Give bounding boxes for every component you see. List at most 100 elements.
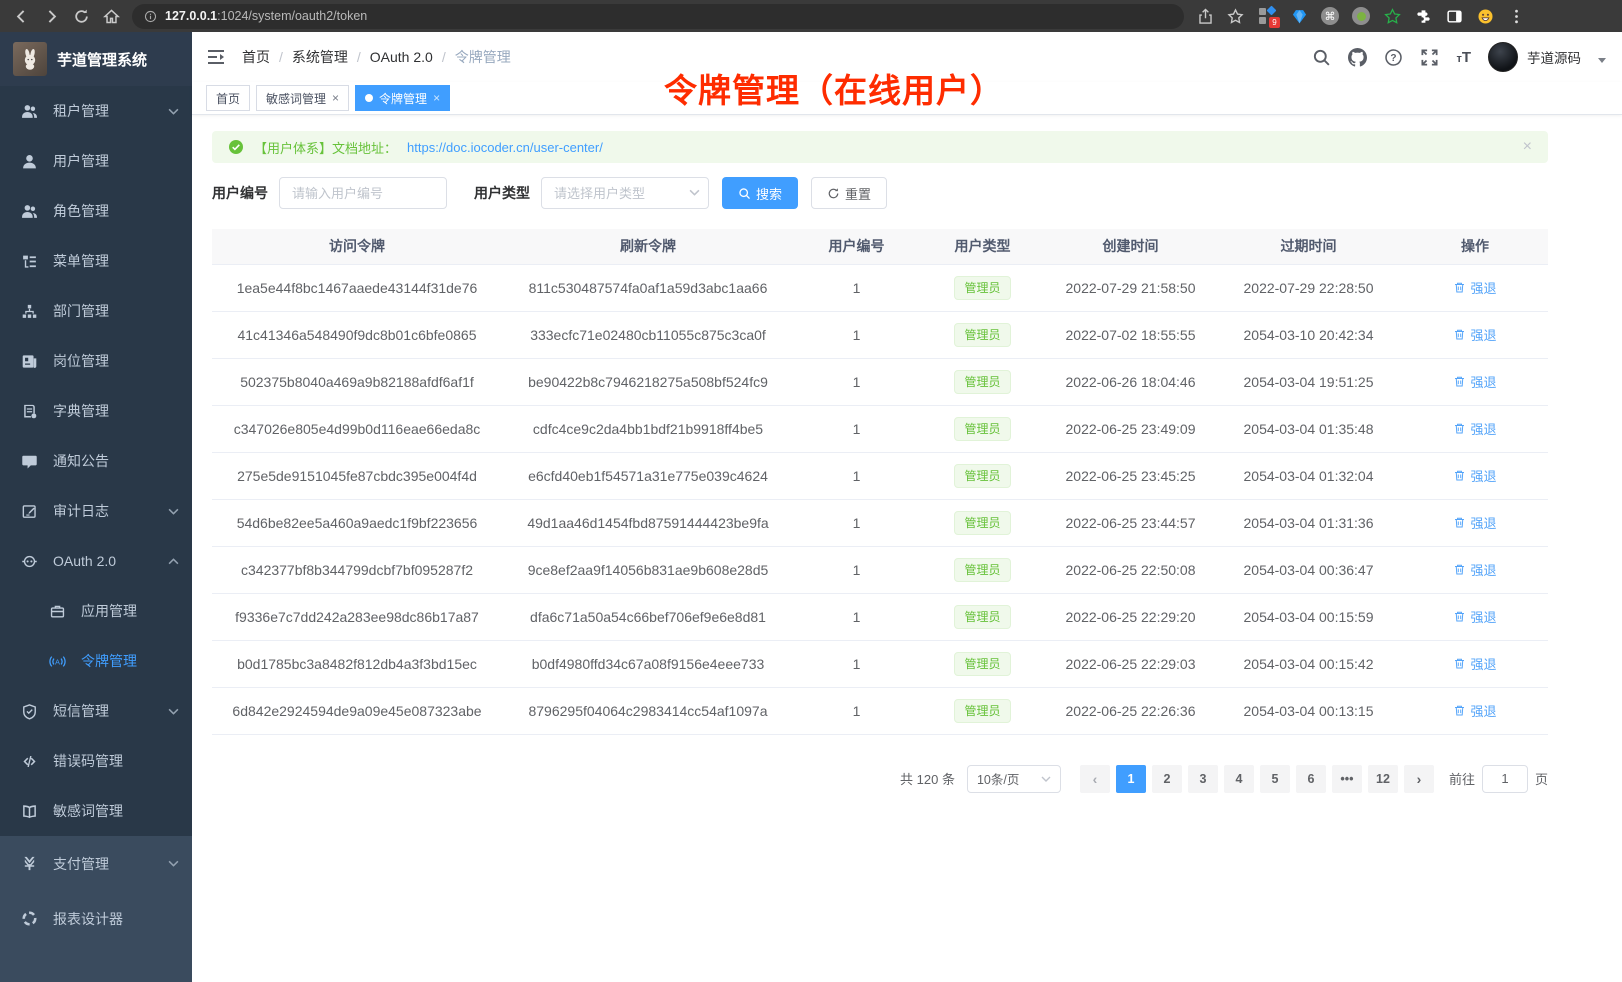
- expire-time-cell: 2054-03-04 00:15:42: [1215, 640, 1402, 687]
- address-bar[interactable]: 127.0.0.1:1024/system/oauth2/token: [132, 4, 1184, 29]
- trash-icon: [1453, 469, 1466, 482]
- font-size-icon[interactable]: тT: [1456, 49, 1471, 66]
- sidebar-item[interactable]: 支付管理: [0, 836, 192, 891]
- sidebar-item[interactable]: 通知公告: [0, 436, 192, 486]
- breadcrumb-item[interactable]: OAuth 2.0: [370, 49, 433, 65]
- create-time-cell: 2022-07-02 18:55:55: [1046, 311, 1215, 358]
- search-icon[interactable]: [1312, 48, 1331, 67]
- force-logout-button[interactable]: 强退: [1453, 466, 1496, 485]
- sidebar-item[interactable]: 错误码管理: [0, 736, 192, 786]
- sidebar-item[interactable]: 应用管理: [0, 586, 192, 636]
- sidebar-item[interactable]: 令牌管理: [0, 636, 192, 686]
- extension-grid-icon[interactable]: 9: [1258, 6, 1278, 26]
- alert-link[interactable]: https://doc.iocoder.cn/user-center/: [407, 140, 603, 155]
- sidebar-panel-icon[interactable]: [1444, 6, 1464, 26]
- tab-令牌管理[interactable]: 令牌管理×: [355, 85, 450, 111]
- create-time-cell: 2022-06-25 23:49:09: [1046, 405, 1215, 452]
- page-button-6[interactable]: 6: [1296, 765, 1326, 793]
- back-icon[interactable]: [8, 3, 34, 29]
- sidebar-item[interactable]: 审计日志: [0, 486, 192, 536]
- sidebar-item[interactable]: 短信管理: [0, 686, 192, 736]
- home-icon[interactable]: [98, 3, 124, 29]
- record-extension-icon[interactable]: [1351, 6, 1371, 26]
- force-logout-button[interactable]: 强退: [1453, 607, 1496, 626]
- user-type-label: 用户类型: [474, 183, 530, 203]
- bookmark-star-icon[interactable]: [1222, 3, 1248, 29]
- more-pages-button[interactable]: •••: [1332, 765, 1362, 793]
- tab-close-icon[interactable]: ×: [332, 91, 339, 105]
- avatar[interactable]: [1488, 42, 1518, 72]
- prev-page-button[interactable]: ‹: [1080, 765, 1110, 793]
- browser-menu-icon[interactable]: [1506, 6, 1526, 26]
- star-extension-icon[interactable]: [1382, 6, 1402, 26]
- github-icon[interactable]: [1348, 48, 1367, 67]
- puzzle-extension-icon[interactable]: [1413, 6, 1433, 26]
- force-logout-button[interactable]: 强退: [1453, 513, 1496, 532]
- force-logout-button[interactable]: 强退: [1453, 278, 1496, 297]
- share-icon[interactable]: [1192, 3, 1218, 29]
- column-header: 刷新令牌: [502, 229, 794, 264]
- gem-extension-icon[interactable]: [1289, 6, 1309, 26]
- force-logout-button[interactable]: 强退: [1453, 325, 1496, 344]
- sidebar-item[interactable]: 部门管理: [0, 286, 192, 336]
- force-logout-button[interactable]: 强退: [1453, 654, 1496, 673]
- command-extension-icon[interactable]: ⌘: [1320, 6, 1340, 26]
- force-logout-button[interactable]: 强退: [1453, 372, 1496, 391]
- user-id-cell: 1: [794, 452, 919, 499]
- sidebar-item[interactable]: OAuth 2.0: [0, 536, 192, 586]
- page-button-4[interactable]: 4: [1224, 765, 1254, 793]
- reload-icon[interactable]: [68, 3, 94, 29]
- sidebar-item[interactable]: 用户管理: [0, 136, 192, 186]
- emoji-profile-icon[interactable]: [1475, 6, 1495, 26]
- hamburger-fold-icon[interactable]: [206, 47, 226, 67]
- breadcrumb-separator: /: [357, 49, 361, 65]
- sidebar-item[interactable]: 菜单管理: [0, 236, 192, 286]
- sidebar-item-label: 令牌管理: [81, 651, 137, 671]
- refresh-token-cell: 8796295f04064c2983414cc54af1097a: [502, 687, 794, 734]
- page-button-1[interactable]: 1: [1116, 765, 1146, 793]
- success-check-icon: [228, 139, 244, 155]
- page-button-5[interactable]: 5: [1260, 765, 1290, 793]
- sidebar-item-label: OAuth 2.0: [53, 553, 116, 569]
- search-button[interactable]: 搜索: [722, 177, 798, 209]
- tab-敏感词管理[interactable]: 敏感词管理×: [256, 85, 349, 111]
- info-alert: 【用户体系】文档地址： https://doc.iocoder.cn/user-…: [212, 131, 1548, 163]
- user-type-badge: 管理员: [954, 605, 1010, 629]
- page-button-2[interactable]: 2: [1152, 765, 1182, 793]
- sidebar-item[interactable]: 敏感词管理: [0, 786, 192, 836]
- breadcrumb-item[interactable]: 系统管理: [292, 47, 348, 67]
- sidebar-item[interactable]: 岗位管理: [0, 336, 192, 386]
- help-icon[interactable]: ?: [1384, 48, 1403, 67]
- tab-首页[interactable]: 首页: [206, 85, 250, 111]
- trash-icon: [1453, 563, 1466, 576]
- access-token-cell: c347026e805e4d99b0d116eae66eda8c: [212, 405, 502, 452]
- caret-down-icon[interactable]: [1598, 58, 1606, 63]
- sidebar-item[interactable]: 角色管理: [0, 186, 192, 236]
- page-size-select[interactable]: 10条/页: [967, 765, 1061, 793]
- forward-icon[interactable]: [38, 3, 64, 29]
- chevron-up-icon: [168, 558, 179, 565]
- breadcrumb-item[interactable]: 首页: [242, 47, 270, 67]
- refresh-token-cell: cdfc4ce9c2da4bb1bdf21b9918ff4be5: [502, 405, 794, 452]
- sidebar-item[interactable]: 租户管理: [0, 86, 192, 136]
- reset-button[interactable]: 重置: [811, 177, 887, 209]
- user-id-input[interactable]: [279, 177, 447, 209]
- table-row: 1ea5e44f8bc1467aaede43144f31de76811c5304…: [212, 264, 1548, 311]
- fullscreen-icon[interactable]: [1420, 48, 1439, 67]
- user-type-select[interactable]: [541, 177, 709, 209]
- sidebar-item[interactable]: 报表设计器: [0, 891, 192, 946]
- user-type-badge: 管理员: [954, 417, 1010, 441]
- force-logout-button[interactable]: 强退: [1453, 560, 1496, 579]
- force-logout-button[interactable]: 强退: [1453, 701, 1496, 720]
- force-logout-button[interactable]: 强退: [1453, 419, 1496, 438]
- app-logo[interactable]: 芋道管理系统: [0, 32, 192, 86]
- page-button-3[interactable]: 3: [1188, 765, 1218, 793]
- app-title: 芋道管理系统: [57, 49, 147, 70]
- alert-close-icon[interactable]: ×: [1523, 138, 1532, 156]
- goto-page-input[interactable]: [1482, 765, 1528, 793]
- next-page-button[interactable]: ›: [1404, 765, 1434, 793]
- page-button-12[interactable]: 12: [1368, 765, 1398, 793]
- sidebar-item-label: 短信管理: [53, 701, 109, 721]
- tab-close-icon[interactable]: ×: [433, 91, 440, 105]
- sidebar-item[interactable]: 字典管理: [0, 386, 192, 436]
